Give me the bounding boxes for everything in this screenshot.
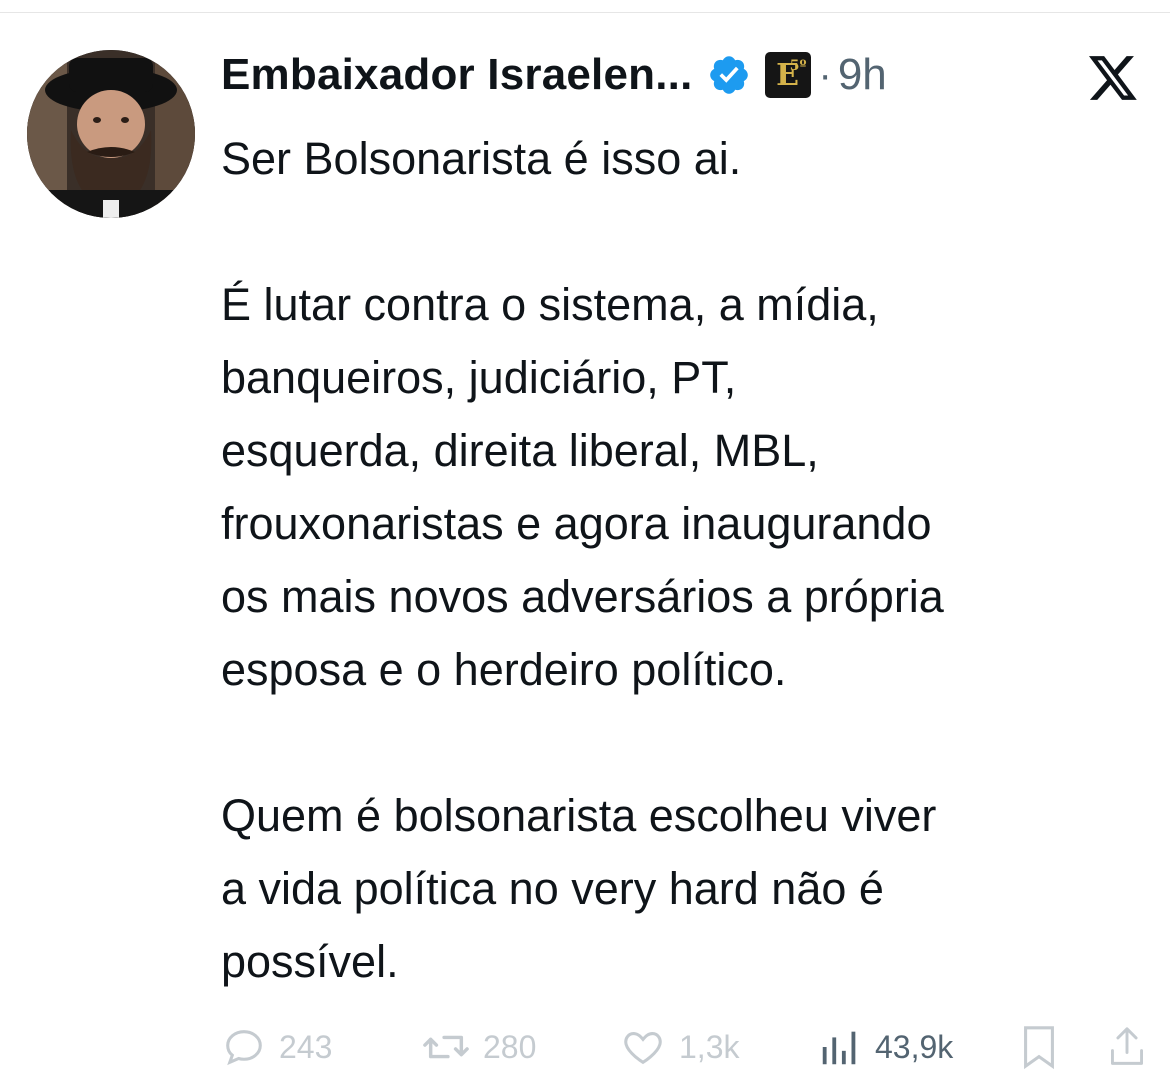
tweet-actions-bar: 243 280 1,3k 43,9k [221, 1022, 1151, 1072]
top-divider [0, 12, 1170, 13]
reply-button[interactable]: 243 [221, 1022, 332, 1072]
affiliate-badge[interactable]: E 5º [764, 52, 811, 98]
retweet-count: 280 [483, 1028, 537, 1065]
heart-icon [624, 1032, 662, 1065]
share-icon [1111, 1027, 1143, 1065]
bookmark-icon [1024, 1026, 1054, 1070]
tweet-header: Embaixador Israelen... E 5º · 9h [221, 46, 887, 104]
x-logo-icon[interactable] [1086, 54, 1140, 102]
retweet-icon [423, 1035, 469, 1059]
author-avatar[interactable] [27, 50, 195, 218]
reply-icon [226, 1030, 262, 1066]
share-button[interactable] [1107, 1022, 1147, 1072]
reply-count: 243 [279, 1028, 333, 1065]
like-count: 1,3k [679, 1028, 740, 1065]
like-button[interactable]: 1,3k [619, 1022, 739, 1072]
views-count: 43,9k [875, 1028, 954, 1065]
affiliate-badge-superscript: 5º [789, 58, 807, 74]
views-button[interactable]: 43,9k [817, 1022, 953, 1072]
bookmark-button[interactable] [1019, 1022, 1059, 1072]
views-chart-icon [822, 1031, 856, 1065]
verified-badge-icon[interactable] [707, 53, 751, 97]
retweet-button[interactable]: 280 [421, 1022, 536, 1072]
tweet-text: Ser Bolsonarista é isso ai. É lutar cont… [221, 133, 944, 987]
tweet-timestamp[interactable]: 9h [838, 50, 887, 100]
header-separator: · [818, 52, 832, 97]
author-display-name[interactable]: Embaixador Israelen... [221, 50, 693, 100]
avatar-image [27, 50, 195, 218]
